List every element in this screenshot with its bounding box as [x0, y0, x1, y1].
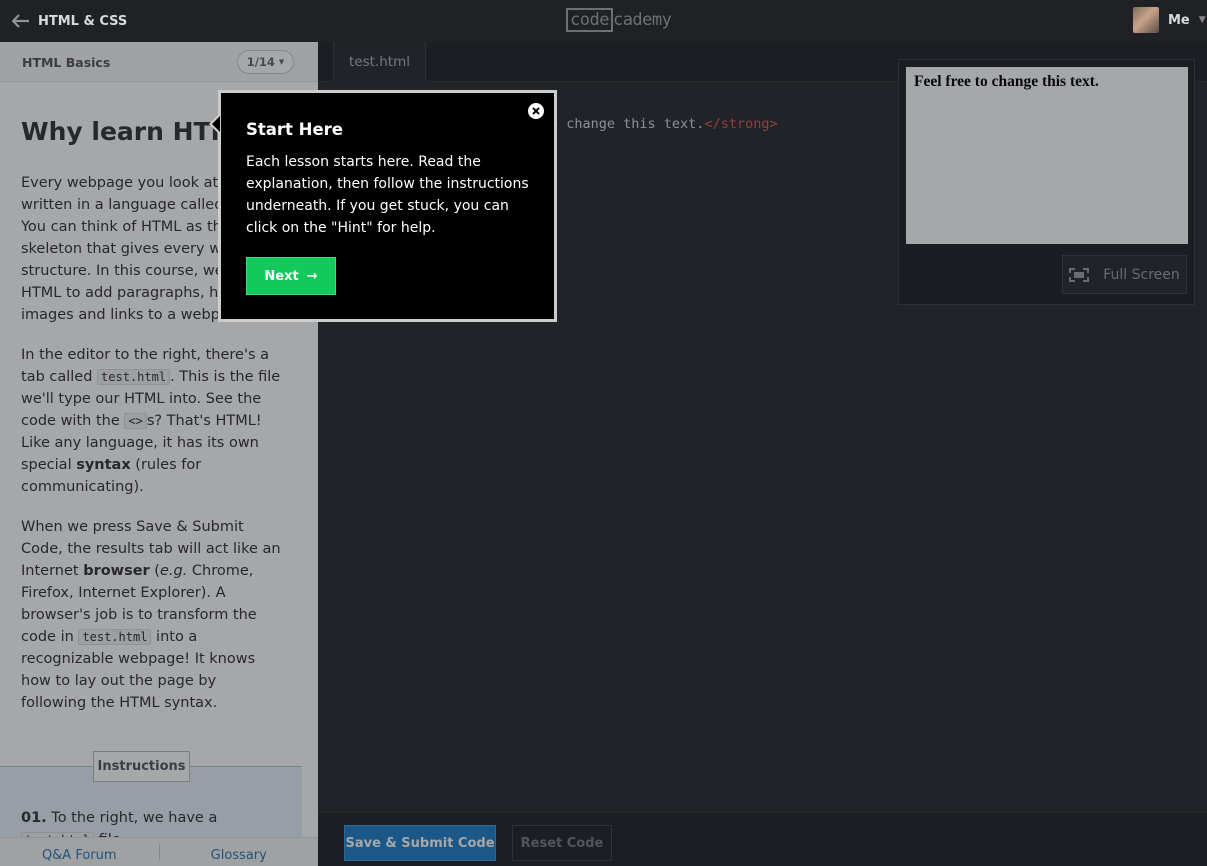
avatar [1133, 7, 1159, 33]
logo-code: code [566, 8, 613, 32]
back-arrow-icon [12, 14, 29, 28]
tooltip-body: Each lesson starts here. Read the explan… [246, 154, 529, 236]
logo-cademy: cademy [612, 10, 672, 30]
tour-overlay[interactable] [0, 42, 1207, 866]
caret-down-icon: ▼ [1198, 15, 1206, 25]
logo[interactable]: code cademy [566, 8, 672, 32]
tooltip-pointer [209, 113, 220, 135]
top-bar: HTML & CSS code cademy Me ▼ [0, 0, 1207, 42]
close-x-icon [532, 107, 540, 115]
tooltip-title: Start Here [246, 120, 344, 139]
back-link[interactable]: HTML & CSS [12, 10, 127, 32]
next-button[interactable]: Next → [246, 257, 336, 295]
user-menu[interactable]: Me ▼ [1133, 7, 1206, 33]
arrow-right-icon: → [306, 268, 318, 284]
close-icon[interactable] [528, 103, 544, 119]
back-link-label: HTML & CSS [38, 13, 128, 29]
user-name: Me [1168, 12, 1190, 28]
next-label: Next [264, 268, 299, 284]
tour-tooltip: Start Here Each lesson starts here. Read… [209, 90, 557, 322]
